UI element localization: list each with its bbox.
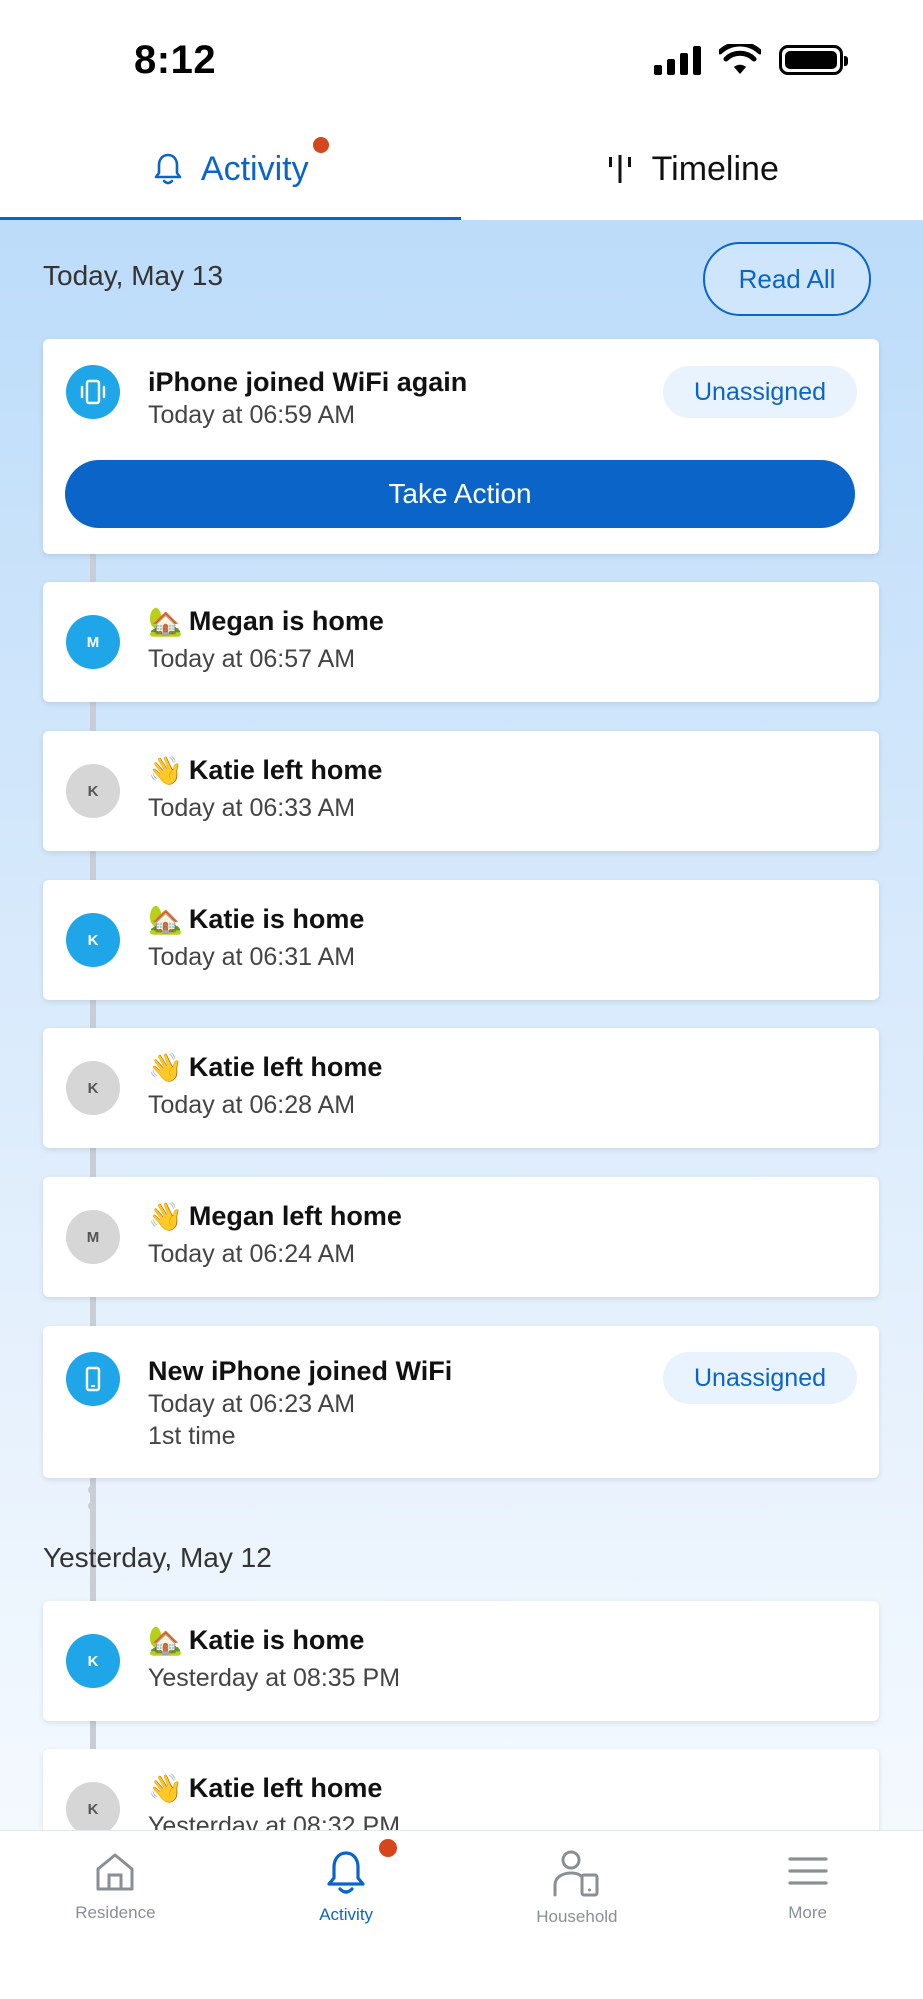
tab-timeline-label: Timeline: [651, 149, 779, 188]
card-time: Today at 06:24 AM: [148, 1240, 356, 1268]
take-action-button[interactable]: Take Action: [65, 460, 855, 528]
card-title: iPhone joined WiFi again: [148, 367, 468, 397]
activity-badge-dot: [313, 137, 329, 153]
wave-emoji-icon: 👋: [148, 754, 183, 786]
house-emoji-icon: 🏡: [148, 903, 183, 935]
house-icon: [96, 1853, 134, 1891]
wave-emoji-icon: 👋: [148, 1772, 183, 1804]
nav-residence-label: Residence: [75, 1903, 156, 1922]
avatar: K: [66, 1061, 120, 1115]
card-title: 🏡 Megan is home: [148, 605, 384, 637]
avatar: M: [66, 1210, 120, 1264]
house-emoji-icon: 🏡: [148, 1624, 183, 1656]
activity-card[interactable]: K 👋 Katie left home Today at 06:28 AM: [43, 1028, 879, 1148]
activity-card[interactable]: New iPhone joined WiFi Today at 06:23 AM…: [43, 1326, 879, 1478]
unassigned-badge[interactable]: Unassigned: [663, 366, 857, 418]
activity-card[interactable]: M 👋 Megan left home Today at 06:24 AM: [43, 1177, 879, 1297]
unassigned-badge[interactable]: Unassigned: [663, 1352, 857, 1404]
house-emoji-icon: 🏡: [148, 605, 183, 637]
nav-activity[interactable]: Activity: [231, 1831, 462, 1999]
avatar: K: [66, 1634, 120, 1688]
battery-icon: [779, 45, 848, 75]
card-time: Today at 06:33 AM: [148, 794, 356, 822]
card-title: New iPhone joined WiFi: [148, 1356, 453, 1386]
card-title: 🏡 Katie is home: [148, 903, 365, 935]
nav-residence[interactable]: Residence: [0, 1831, 231, 1999]
avatar: K: [66, 764, 120, 818]
activity-card[interactable]: iPhone joined WiFi again Today at 06:59 …: [43, 339, 879, 554]
card-time: Today at 06:28 AM: [148, 1091, 356, 1119]
card-title: 👋 Katie left home: [148, 1051, 383, 1083]
card-time: Today at 06:57 AM: [148, 645, 356, 673]
card-title: 🏡 Katie is home: [148, 1624, 365, 1656]
card-time: Yesterday at 08:32 PM: [148, 1812, 401, 1830]
card-time: Today at 06:59 AM: [148, 401, 356, 429]
card-title: 👋 Katie left home: [148, 1772, 383, 1804]
bell-icon: [154, 153, 182, 185]
tab-activity-label: Activity: [200, 149, 309, 188]
activity-feed[interactable]: Today, May 13 Read All iPhone joined WiF…: [0, 220, 923, 1830]
phone-icon: [66, 1352, 120, 1406]
timeline-more-dots: [88, 1486, 96, 1518]
bottom-nav: Residence Activity Household More: [0, 1830, 923, 1999]
nav-household[interactable]: Household: [462, 1831, 693, 1999]
card-title: 👋 Katie left home: [148, 754, 383, 786]
avatar: K: [66, 913, 120, 967]
card-time: Today at 06:31 AM: [148, 943, 356, 971]
tab-timeline[interactable]: Timeline: [462, 118, 923, 220]
wave-emoji-icon: 👋: [148, 1200, 183, 1232]
status-icons: [654, 44, 848, 76]
card-time: Today at 06:23 AM: [148, 1390, 356, 1418]
status-time: 8:12: [134, 38, 217, 82]
activity-card[interactable]: K 👋 Katie left home Yesterday at 08:32 P…: [43, 1749, 879, 1830]
person-device-icon: [553, 1850, 599, 1897]
avatar: K: [66, 1782, 120, 1830]
nav-activity-label: Activity: [319, 1905, 374, 1924]
nav-household-label: Household: [536, 1907, 618, 1926]
avatar: M: [66, 615, 120, 669]
card-time: Yesterday at 08:35 PM: [148, 1664, 401, 1692]
wave-emoji-icon: 👋: [148, 1051, 183, 1083]
tab-activity[interactable]: Activity: [0, 118, 462, 220]
top-tabs: Activity Timeline: [0, 118, 923, 220]
activity-card[interactable]: K 🏡 Katie is home Yesterday at 08:35 PM: [43, 1601, 879, 1721]
activity-card[interactable]: K 👋 Katie left home Today at 06:33 AM: [43, 731, 879, 851]
wifi-icon: [719, 44, 761, 74]
status-bar: 8:12: [0, 0, 923, 118]
phone-icon: [66, 365, 120, 419]
bell-icon: [327, 1851, 365, 1894]
nav-more-label: More: [788, 1903, 827, 1922]
activity-card[interactable]: K 🏡 Katie is home Today at 06:31 AM: [43, 880, 879, 1000]
nav-more[interactable]: More: [692, 1831, 923, 1999]
section-date-yesterday: Yesterday, May 12: [43, 1542, 272, 1573]
activity-nav-badge-dot: [378, 1839, 397, 1857]
timeline-icon: [608, 155, 631, 183]
menu-icon: [788, 1857, 828, 1885]
cellular-signal-icon: [654, 45, 701, 75]
card-note: 1st time: [148, 1422, 236, 1450]
section-date-today: Today, May 13: [43, 260, 224, 291]
activity-card[interactable]: M 🏡 Megan is home Today at 06:57 AM: [43, 582, 879, 702]
card-title: 👋 Megan left home: [148, 1200, 402, 1232]
read-all-button[interactable]: Read All: [703, 242, 871, 316]
